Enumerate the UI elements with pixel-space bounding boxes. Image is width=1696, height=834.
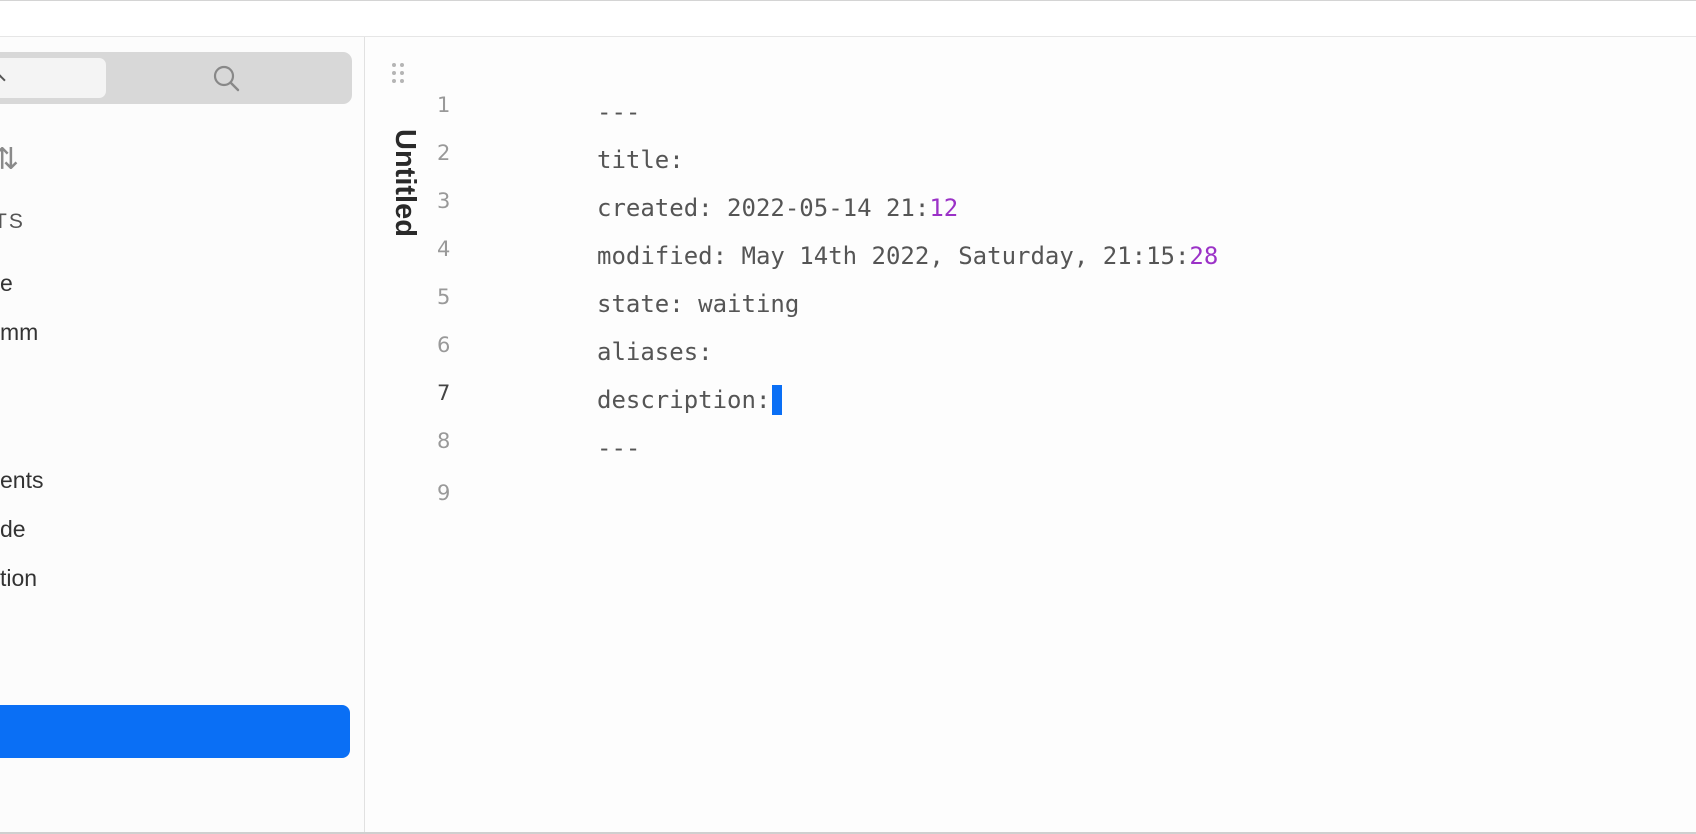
code-line[interactable]: --- xyxy=(597,97,640,127)
sidebar-item[interactable]: e xyxy=(0,269,13,297)
line-number: 6 xyxy=(437,333,451,357)
code-line-text: aliases: xyxy=(597,338,713,366)
line-number: 4 xyxy=(437,237,451,261)
code-line-text: --- xyxy=(597,98,641,126)
sidebar-item[interactable]: ents xyxy=(0,466,43,494)
code-line[interactable]: state: waiting xyxy=(597,289,799,319)
app-window: ⇅ TS e mm ents de tion Untitled 1 --- 2 … xyxy=(0,0,1696,834)
search-icon[interactable] xyxy=(212,64,242,94)
code-line[interactable]: title: xyxy=(597,145,684,175)
line-number: 1 xyxy=(437,93,451,117)
search-input[interactable] xyxy=(0,58,106,98)
sidebar-item[interactable]: mm xyxy=(0,318,38,346)
code-line-text: created: 2022-05-14 21: xyxy=(597,194,930,222)
caret-up-icon xyxy=(0,74,6,86)
line-number: 3 xyxy=(437,189,451,213)
code-line-text: title: xyxy=(597,146,684,174)
line-number: 5 xyxy=(437,285,451,309)
line-number: 2 xyxy=(437,141,451,165)
search-bar[interactable] xyxy=(0,52,352,104)
code-line[interactable]: created: 2022-05-14 21:12 xyxy=(597,193,958,223)
code-line-text: --- xyxy=(597,434,641,462)
code-line-active[interactable]: description: xyxy=(597,385,783,415)
code-line-text: state: waiting xyxy=(597,290,800,318)
sidebar-section-heading: TS xyxy=(0,210,25,233)
line-number-active: 7 xyxy=(437,381,451,405)
line-number: 8 xyxy=(437,429,451,453)
code-line[interactable]: modified: May 14th 2022, Saturday, 21:15… xyxy=(597,241,1218,271)
code-number-token: 28 xyxy=(1189,242,1219,270)
sidebar-item-selected[interactable] xyxy=(0,705,350,758)
note-title: Untitled xyxy=(389,129,421,237)
text-cursor xyxy=(772,385,783,415)
code-line-text: description: xyxy=(597,386,771,414)
code-line-text: modified: May 14th 2022, Saturday, 21:15… xyxy=(597,242,1190,270)
sidebar-item[interactable]: tion xyxy=(0,564,37,592)
code-line[interactable]: aliases: xyxy=(597,337,713,367)
title-bar xyxy=(0,0,1696,37)
sort-icon[interactable]: ⇅ xyxy=(0,145,19,175)
code-line[interactable]: --- xyxy=(597,433,640,463)
sidebar-item[interactable]: de xyxy=(0,515,26,543)
drag-handle-icon[interactable] xyxy=(390,61,406,85)
editor-pane[interactable]: Untitled 1 --- 2 title: 3 created: 2022-… xyxy=(365,37,1696,832)
sidebar: ⇅ TS e mm ents de tion xyxy=(0,37,365,832)
line-number: 9 xyxy=(437,481,451,505)
code-number-token: 12 xyxy=(929,194,959,222)
